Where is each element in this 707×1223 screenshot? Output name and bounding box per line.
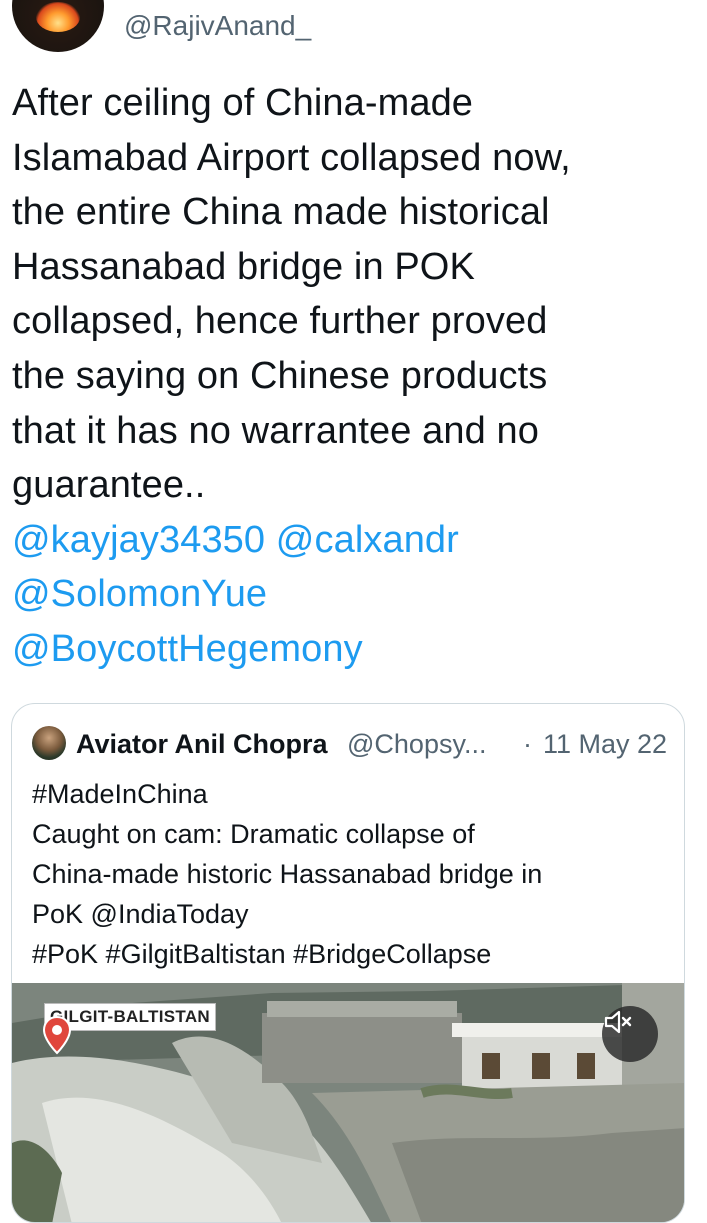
tweet-text-line: collapsed, hence further proved bbox=[12, 300, 548, 343]
quoted-tweet-body: #MadeInChina Caught on cam: Dramatic col… bbox=[32, 774, 672, 974]
quoted-text-line: #PoK #GilgitBaltistan #BridgeCollapse bbox=[32, 939, 492, 969]
mute-button[interactable] bbox=[602, 1006, 658, 1062]
tweet-text-line: the saying on Chinese products bbox=[12, 354, 548, 397]
tweet-text-line: guarantee.. bbox=[12, 464, 206, 507]
location-badge: GILGIT-BALTISTAN bbox=[42, 1001, 216, 1055]
author-avatar[interactable] bbox=[12, 0, 104, 52]
quoted-tweet-date[interactable]: 11 May 22 bbox=[543, 726, 667, 762]
video-thumbnail[interactable]: GILGIT-BALTISTAN bbox=[12, 983, 684, 1222]
location-pin-icon bbox=[42, 1015, 72, 1055]
quoted-text-line: #MadeInChina bbox=[32, 779, 208, 809]
author-handle[interactable]: @RajivAnand_ bbox=[124, 8, 311, 44]
tweet-text-line: Hassanabad bridge in POK bbox=[12, 245, 475, 288]
volume-muted-icon bbox=[604, 1010, 632, 1034]
quoted-text-line: China-made historic Hassanabad bridge in bbox=[32, 859, 543, 889]
quoted-tweet-header: Aviator Anil Chopra @Chopsy... · 11 May … bbox=[32, 726, 672, 762]
tweet-text-line: Islamabad Airport collapsed now, bbox=[12, 136, 571, 179]
tweet-text-line: After ceiling of China-made bbox=[12, 82, 474, 124]
flame-icon bbox=[36, 2, 80, 32]
quoted-author-name[interactable]: Aviator Anil Chopra bbox=[76, 726, 328, 762]
quoted-author-username[interactable]: @Chopsy... bbox=[347, 726, 486, 762]
quoted-author-avatar[interactable] bbox=[32, 726, 66, 760]
quoted-tweet-card[interactable]: Aviator Anil Chopra @Chopsy... · 11 May … bbox=[11, 703, 685, 1223]
tweet-body: After ceiling of China-made Islamabad Ai… bbox=[12, 76, 692, 677]
header-separator: · bbox=[523, 729, 532, 759]
mention-link-boycotthegemony[interactable]: @BoycottHegemony bbox=[12, 622, 692, 677]
quoted-text-line: PoK @IndiaToday bbox=[32, 899, 249, 929]
mention-links[interactable]: @kayjay34350 @calxandr bbox=[12, 513, 692, 568]
mention-link-solomonyue[interactable]: @SolomonYue bbox=[12, 567, 692, 622]
quoted-text-line: Caught on cam: Dramatic collapse of bbox=[32, 819, 475, 849]
tweet-text-line: the entire China made historical bbox=[12, 191, 550, 234]
tweet-header: @RajivAnand_ bbox=[0, 0, 707, 60]
tweet-text-line: that it has no warrantee and no bbox=[12, 409, 540, 452]
